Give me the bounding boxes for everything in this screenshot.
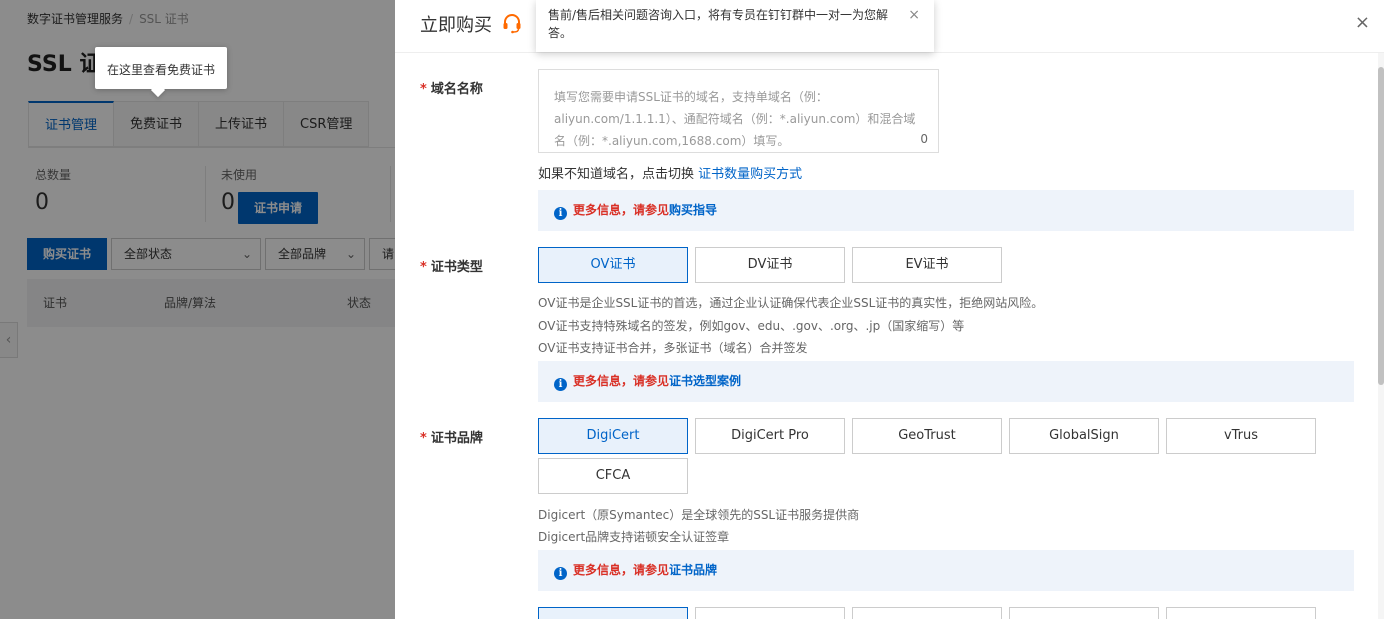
cert-type-label-text: 证书类型 bbox=[430, 260, 483, 275]
scrollbar-thumb[interactable] bbox=[1378, 67, 1384, 385]
type-option-dv[interactable]: DV证书 bbox=[695, 247, 845, 283]
brand-description: Digicert品牌支持诺顿安全认证签章 bbox=[538, 530, 730, 544]
info-prefix: 更多信息，请参见 bbox=[573, 374, 670, 388]
required-mark: * bbox=[420, 260, 427, 275]
type-description: OV证书支持证书合并，多张证书（域名）合并签发 bbox=[538, 341, 808, 355]
domain-textarea[interactable]: 填写您需要申请SSL证书的域名，支持单域名（例：aliyun.com/1.1.1… bbox=[538, 69, 939, 153]
drawer-close-icon[interactable]: × bbox=[1355, 12, 1370, 33]
brand-description: Digicert（原Symantec）是全球领先的SSL证书服务提供商 bbox=[538, 508, 860, 522]
type-description: OV证书是企业SSL证书的首选，通过企业认证确保代表企业SSL证书的真实性，拒绝… bbox=[538, 296, 1044, 310]
drawer-title: 立即购买 bbox=[420, 15, 492, 36]
free-cert-tooltip: 在这里查看免费证书 bbox=[95, 47, 227, 89]
cert-brand-link[interactable]: 证书品牌 bbox=[669, 563, 717, 577]
switch-mode-link[interactable]: 证书数量购买方式 bbox=[698, 167, 802, 182]
next-option[interactable] bbox=[1009, 607, 1159, 619]
info-icon: i bbox=[554, 207, 567, 220]
domain-label-text: 域名名称 bbox=[430, 82, 483, 97]
brand-option-globalsign[interactable]: GlobalSign bbox=[1009, 418, 1159, 454]
info-bar-cases: i 更多信息，请参见证书选型案例 bbox=[538, 361, 1354, 402]
info-prefix: 更多信息，请参见 bbox=[573, 203, 670, 217]
info-prefix: 更多信息，请参见 bbox=[573, 563, 670, 577]
next-option[interactable] bbox=[695, 607, 845, 619]
cert-cases-link[interactable]: 证书选型案例 bbox=[669, 374, 741, 388]
next-option[interactable] bbox=[1166, 607, 1316, 619]
info-bar-guide: i 更多信息，请参见购买指导 bbox=[538, 190, 1354, 231]
next-option[interactable] bbox=[538, 607, 688, 619]
required-mark: * bbox=[420, 431, 427, 446]
domain-label: * 域名名称 bbox=[420, 78, 483, 97]
brand-option-geotrust[interactable]: GeoTrust bbox=[852, 418, 1002, 454]
domain-placeholder: 填写您需要申请SSL证书的域名，支持单域名（例：aliyun.com/1.1.1… bbox=[554, 90, 916, 148]
popover-close-icon[interactable]: × bbox=[908, 6, 920, 24]
switch-purchase-mode: 如果不知道域名，点击切换 证书数量购买方式 bbox=[538, 163, 802, 182]
char-count: 0 bbox=[920, 132, 928, 146]
info-bar-brands: i 更多信息，请参见证书品牌 bbox=[538, 550, 1354, 591]
info-icon: i bbox=[554, 567, 567, 580]
popover-text: 售前/售后相关问题咨询入口，将有专员在钉钉群中一对一为您解答。 bbox=[548, 8, 889, 40]
modal-overlay[interactable] bbox=[0, 0, 395, 619]
cert-brand-label-text: 证书品牌 bbox=[430, 431, 483, 446]
brand-option-vtrus[interactable]: vTrus bbox=[1166, 418, 1316, 454]
brand-option-cfca[interactable]: CFCA bbox=[538, 458, 688, 494]
required-mark: * bbox=[420, 82, 427, 97]
brand-option-digicert[interactable]: DigiCert bbox=[538, 418, 688, 454]
brand-option-digicert-pro[interactable]: DigiCert Pro bbox=[695, 418, 845, 454]
type-description: OV证书支持特殊域名的签发，例如gov、edu、.gov、.org、.jp（国家… bbox=[538, 319, 965, 333]
type-option-ov[interactable]: OV证书 bbox=[538, 247, 688, 283]
cert-type-label: * 证书类型 bbox=[420, 256, 483, 275]
buy-drawer: 立即购买 × 售前/售后相关问题咨询入口，将有专员在钉钉群中一对一为您解答。 ×… bbox=[395, 0, 1384, 619]
headset-icon[interactable] bbox=[501, 12, 523, 34]
buy-guide-link[interactable]: 购买指导 bbox=[669, 203, 717, 217]
type-option-ev[interactable]: EV证书 bbox=[852, 247, 1002, 283]
consult-popover: 售前/售后相关问题咨询入口，将有专员在钉钉群中一对一为您解答。 × bbox=[536, 0, 934, 52]
next-option[interactable] bbox=[852, 607, 1002, 619]
info-icon: i bbox=[554, 378, 567, 391]
cert-brand-label: * 证书品牌 bbox=[420, 427, 483, 446]
switch-text: 如果不知道域名，点击切换 bbox=[538, 167, 695, 182]
